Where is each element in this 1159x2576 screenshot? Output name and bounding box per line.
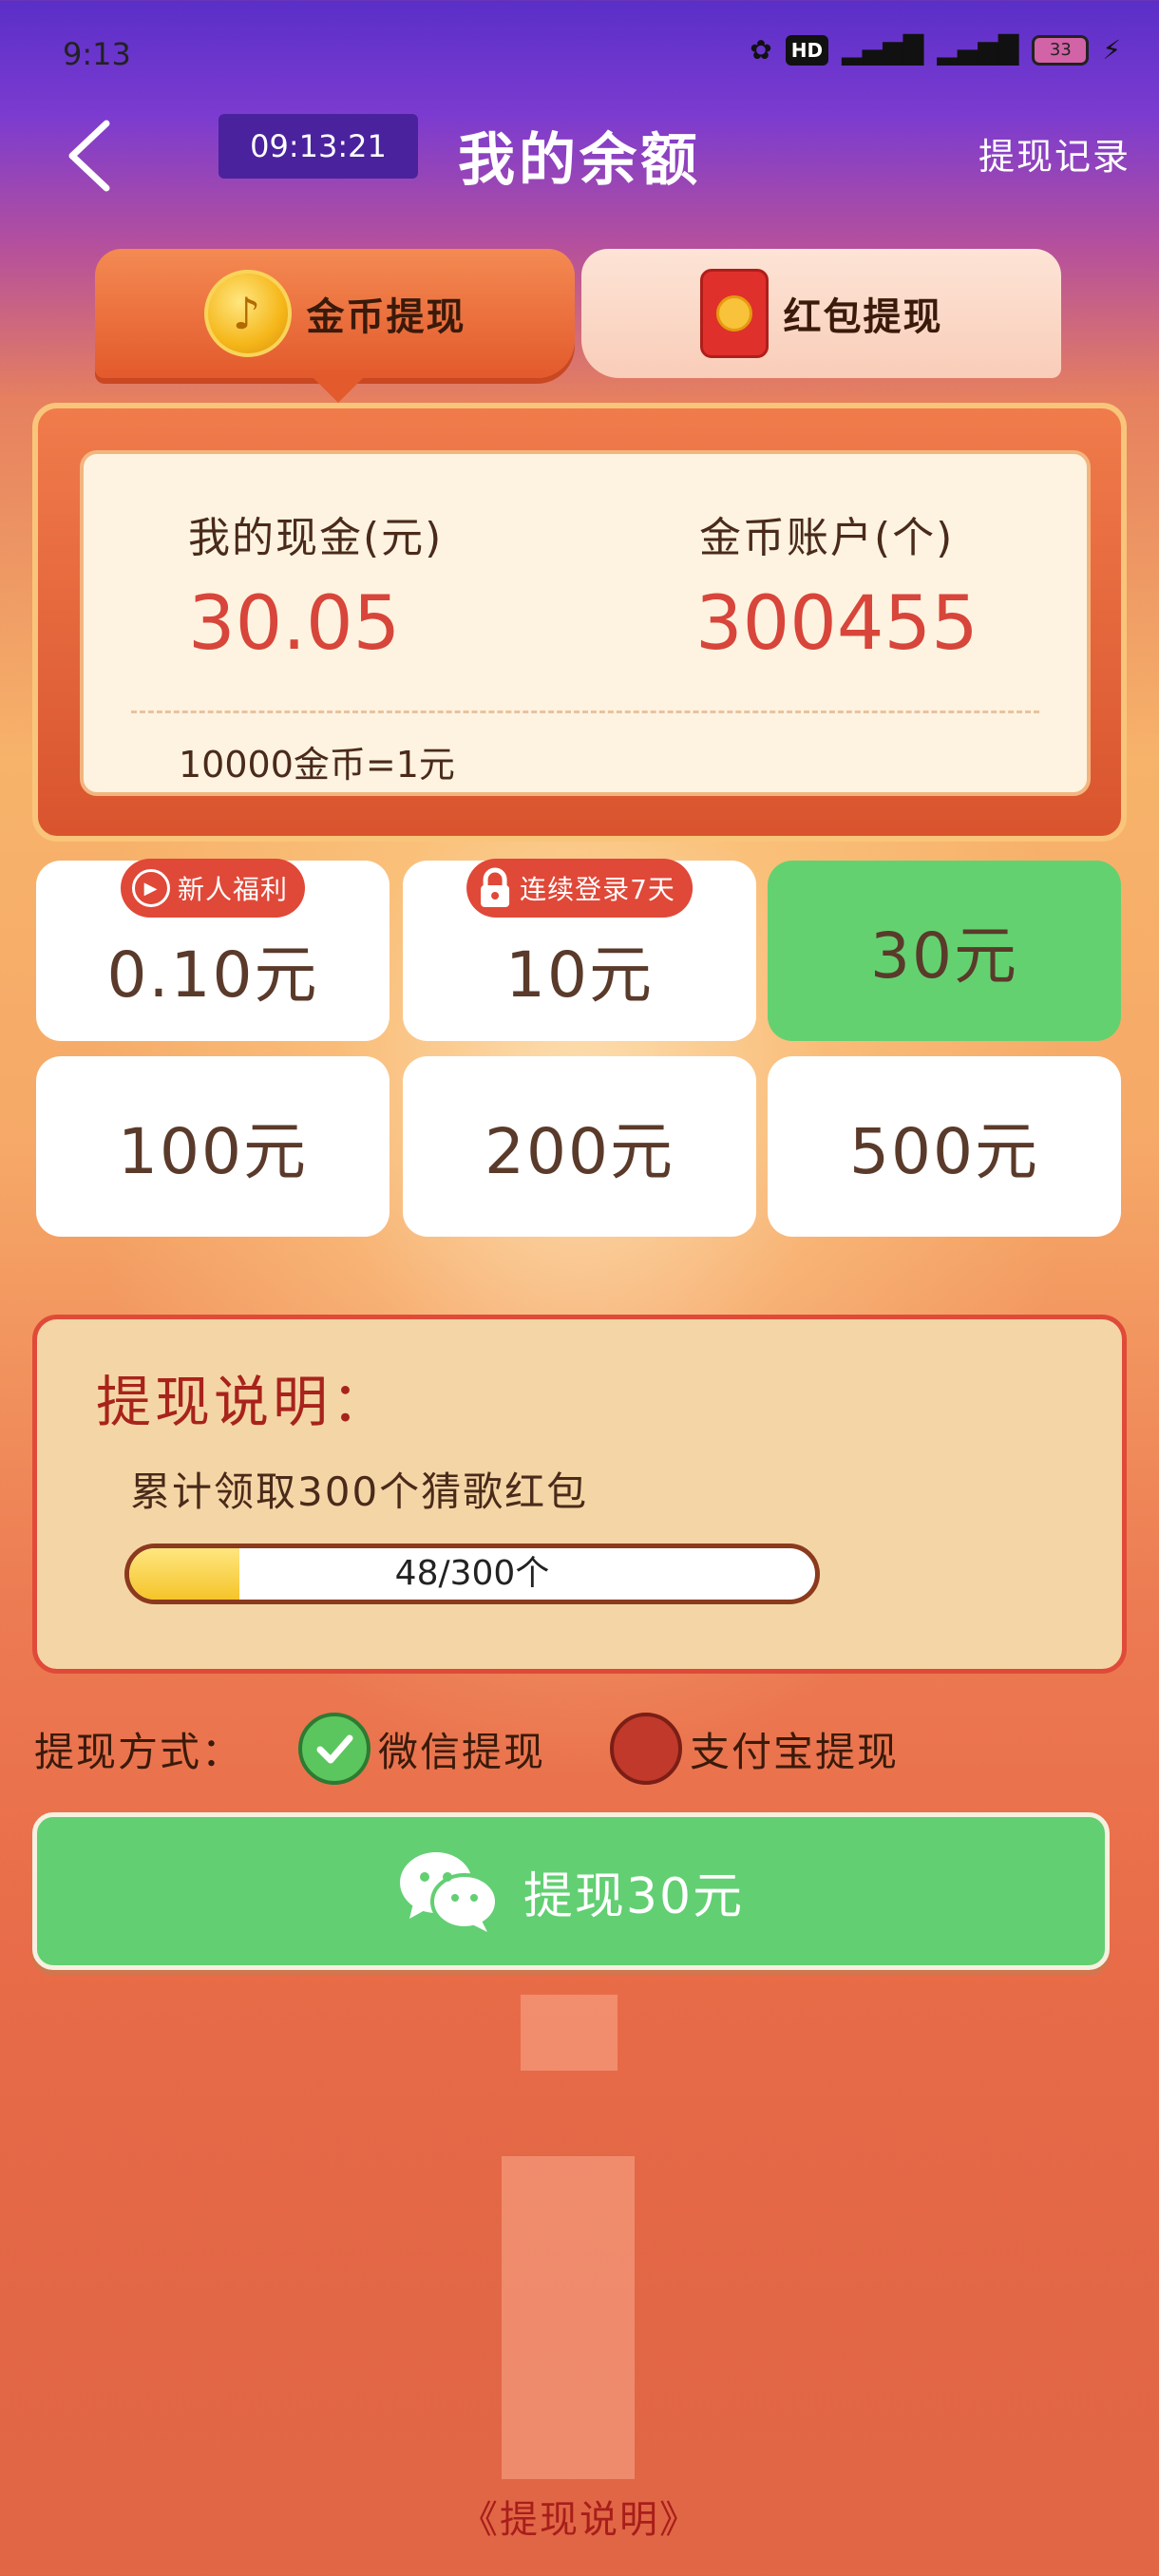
amount-option-30[interactable]: 30元 <box>768 861 1121 1041</box>
lock-icon <box>481 867 510 907</box>
withdraw-tabs: ♪ 金币提现 红包提现 <box>95 249 1064 403</box>
cash-label: 我的现金(元) <box>188 514 444 562</box>
coin-balance: 金币账户(个) 300455 <box>695 503 1159 667</box>
withdraw-history-link[interactable]: 提现记录 <box>978 127 1130 180</box>
hd-icon: HD <box>785 34 829 66</box>
amount-option-100[interactable]: 100元 <box>36 1056 390 1237</box>
tab-label: 红包提现 <box>783 295 943 339</box>
play-icon: ▶ <box>131 869 170 907</box>
login-streak-tag: 连续登录7天 <box>466 859 693 918</box>
explanation-desc: 累计领取300个猜歌红包 <box>130 1468 589 1515</box>
redpacket-progress-bar: 48/300个 <box>124 1544 820 1604</box>
withdraw-method: 提现方式： 微信提现 支付宝提现 <box>34 1706 1127 1791</box>
withdraw-button-label: 提现30元 <box>522 1867 745 1925</box>
amount-label: 100元 <box>118 1115 308 1188</box>
new-user-tag: ▶ 新人福利 <box>120 859 306 918</box>
wechat-icon <box>399 1852 499 1932</box>
amount-grid: ▶ 新人福利 0.10元 连续登录7天 10元 30元 100元 200元 50… <box>36 859 1125 1237</box>
red-packet-icon <box>699 269 769 358</box>
withdraw-explanation: 提现说明： 累计领取300个猜歌红包 48/300个 <box>32 1315 1127 1674</box>
explanation-title: 提现说明： <box>96 1370 391 1434</box>
progress-text: 48/300个 <box>394 1554 550 1593</box>
tab-label: 金币提现 <box>306 295 466 339</box>
nav-bar: 09:13:21 我的余额 提现记录 <box>0 104 1159 209</box>
exchange-rate: 10000金币=1元 <box>179 744 455 786</box>
amount-label: 10元 <box>505 938 654 1012</box>
battery-icon: 33 <box>1032 34 1090 66</box>
unselected-radio-icon <box>610 1713 683 1785</box>
method-alipay[interactable]: 支付宝提现 <box>610 1713 899 1785</box>
balance-card: 我的现金(元) 30.05 金币账户(个) 300455 10000金币=1元 <box>32 403 1127 842</box>
method-label: 提现方式： <box>34 1728 244 1775</box>
check-icon <box>298 1713 371 1785</box>
signal-icon-2: ▂▄▆█ <box>937 34 1019 66</box>
withdraw-button[interactable]: 提现30元 <box>32 1812 1110 1970</box>
amount-label: 500元 <box>849 1115 1039 1188</box>
tab-redpacket-withdraw[interactable]: 红包提现 <box>581 249 1061 378</box>
status-icons: ✿ HD ▂▄▆█ ▂▄▆█ 33 ⚡ <box>750 34 1121 66</box>
coins-label: 金币账户(个) <box>699 514 955 562</box>
withdraw-rules-link[interactable]: 《提现说明》 <box>0 2489 1159 2544</box>
amount-option-500[interactable]: 500元 <box>768 1056 1121 1237</box>
tag-label: 新人福利 <box>177 874 289 905</box>
road-stripe <box>502 2156 635 2479</box>
charging-icon: ⚡ <box>1102 34 1121 66</box>
dashed-divider <box>131 710 1039 713</box>
method-option-label: 支付宝提现 <box>690 1728 900 1775</box>
coins-value: 300455 <box>695 581 978 667</box>
status-bar: 9:13 ✿ HD ▂▄▆█ ▂▄▆█ 33 ⚡ <box>0 0 1159 104</box>
amount-label: 0.10元 <box>106 938 319 1012</box>
method-wechat[interactable]: 微信提现 <box>298 1713 545 1785</box>
amount-label: 30元 <box>870 919 1018 993</box>
amount-option-0.10[interactable]: ▶ 新人福利 0.10元 <box>36 859 390 1041</box>
cash-balance: 我的现金(元) 30.05 <box>188 503 663 667</box>
balance-panel: 我的现金(元) 30.05 金币账户(个) 300455 10000金币=1元 <box>80 450 1091 796</box>
amount-option-10[interactable]: 连续登录7天 10元 <box>403 859 756 1041</box>
status-time: 9:13 <box>63 36 131 72</box>
cash-value: 30.05 <box>188 581 401 667</box>
method-option-label: 微信提现 <box>378 1728 546 1775</box>
tag-label: 连续登录7天 <box>520 874 675 905</box>
road-stripe <box>521 1995 618 2071</box>
signal-icon: ▂▄▆█ <box>842 34 924 66</box>
tab-coin-withdraw[interactable]: ♪ 金币提现 <box>95 249 575 403</box>
amount-label: 200元 <box>484 1115 674 1188</box>
coin-icon: ♪ <box>203 270 292 357</box>
amount-option-200[interactable]: 200元 <box>403 1056 756 1237</box>
notification-icon: ✿ <box>750 34 772 66</box>
